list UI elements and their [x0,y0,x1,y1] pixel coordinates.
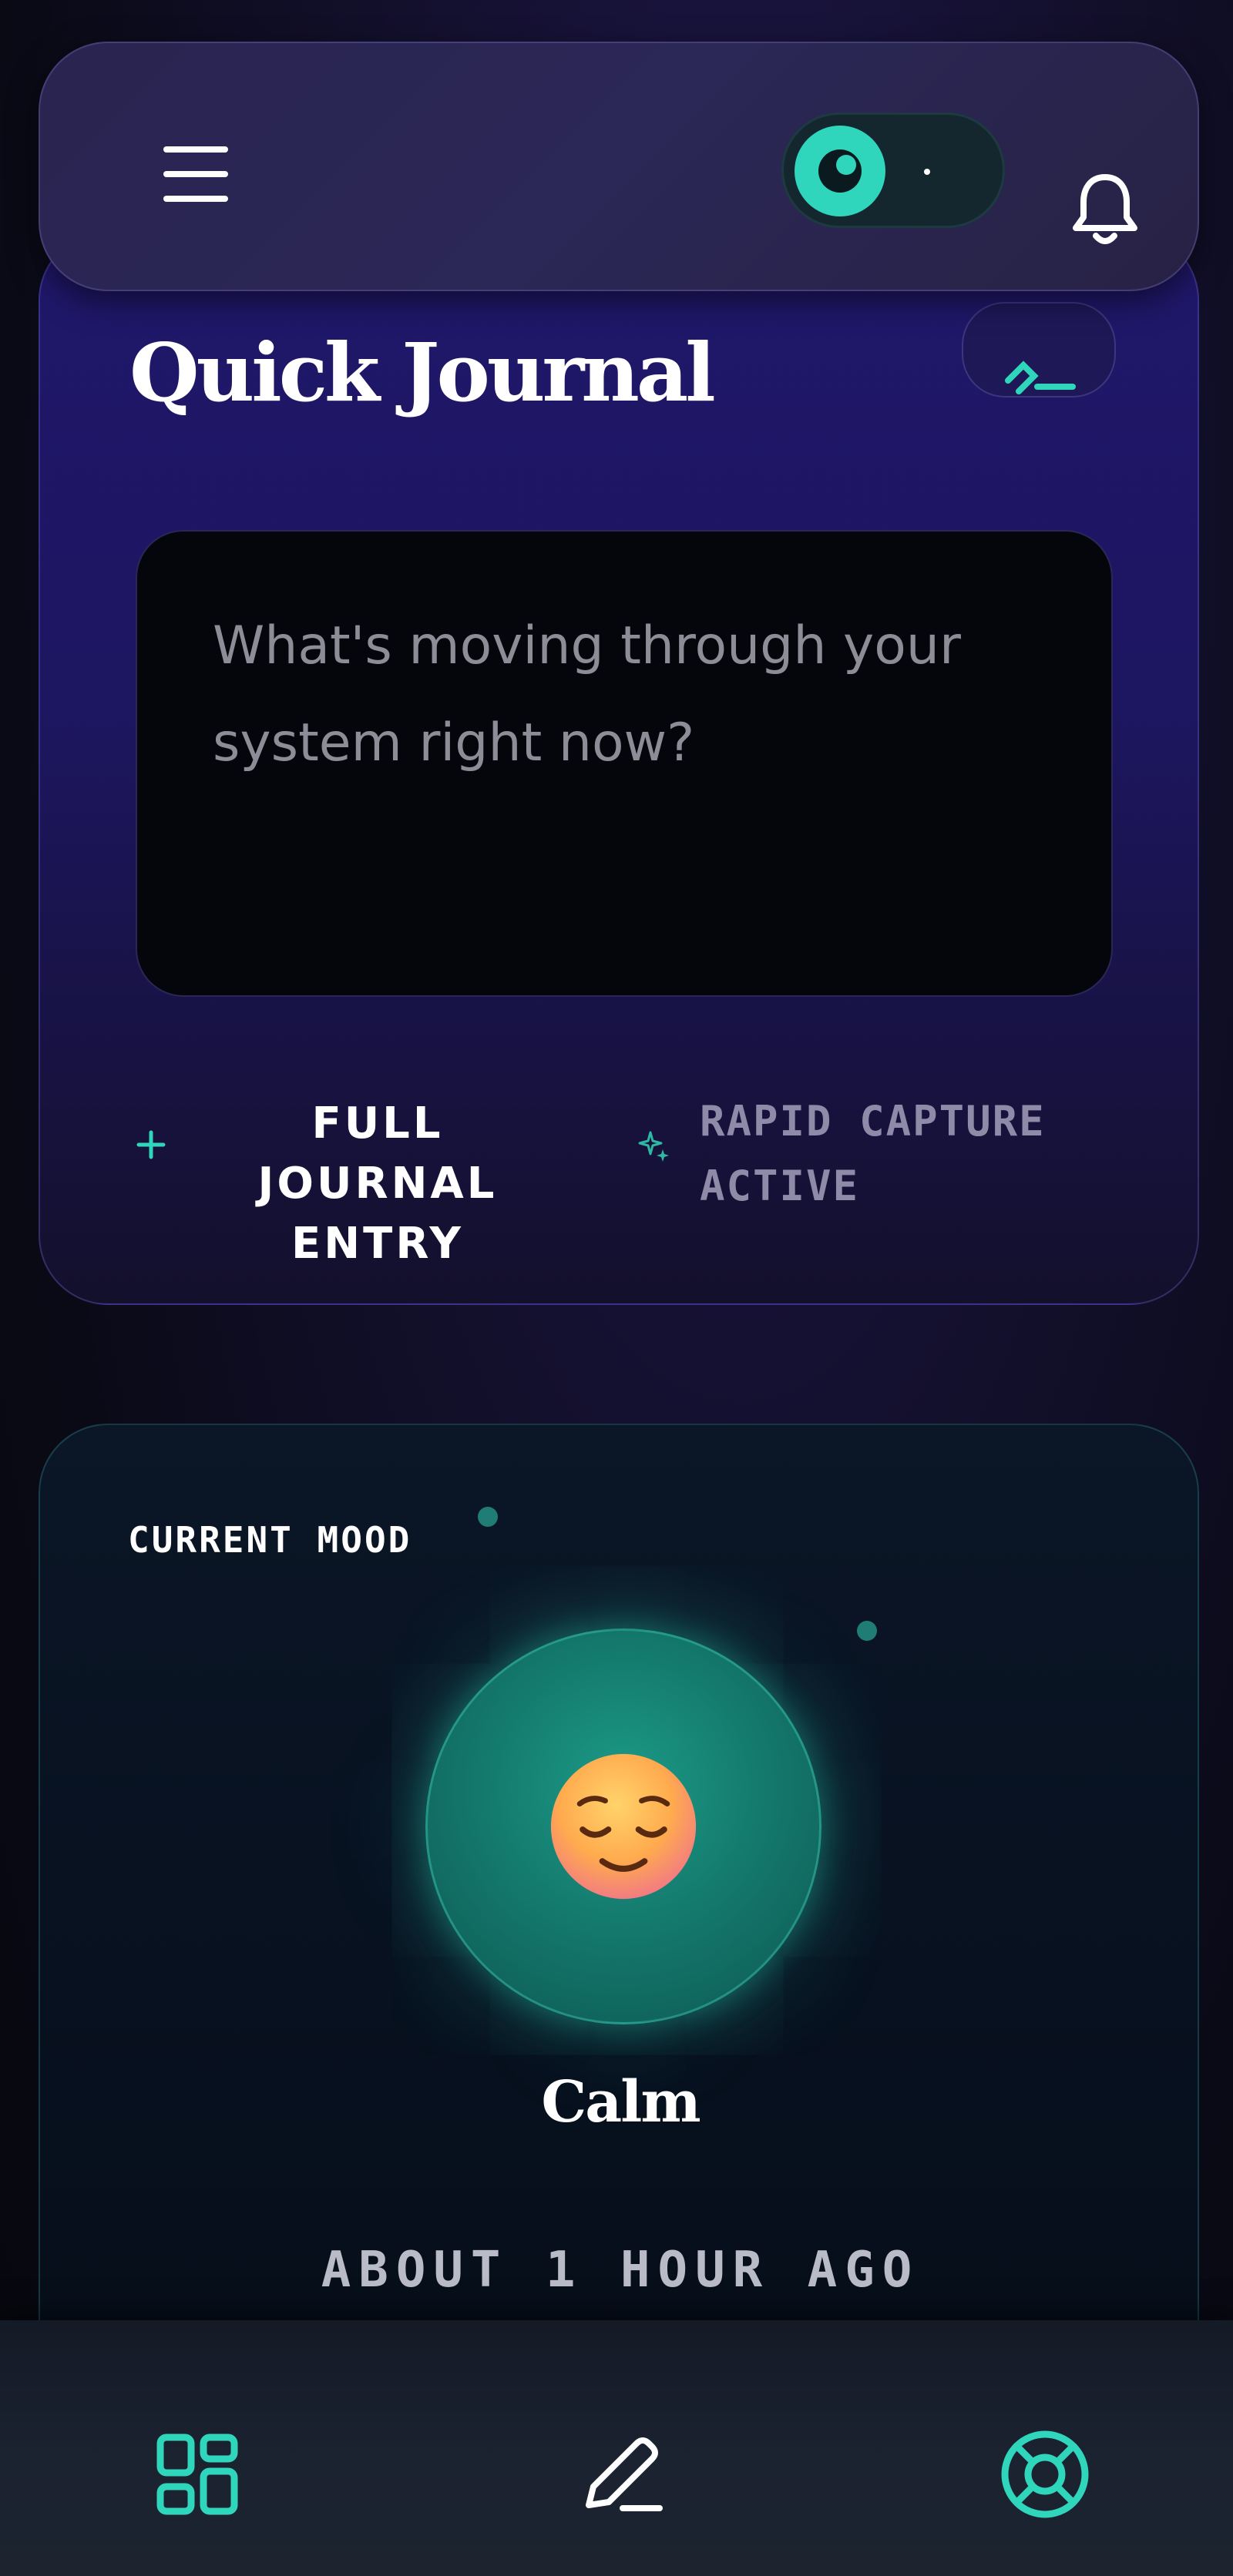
mood-name: Calm [541,2069,700,2135]
menu-button[interactable] [157,142,234,206]
eye-icon [818,149,862,193]
rapid-capture-status: RAPID CAPTURE ACTIVE [700,1097,1046,1210]
pencil-line-icon [1005,361,1076,394]
bell-icon[interactable] [1068,169,1142,248]
lifebuoy-icon [1001,2430,1089,2518]
edit-button[interactable] [962,302,1116,397]
hamburger-menu-icon [163,146,228,153]
sparkle-icon [638,1131,669,1162]
toggle-knob [795,126,885,216]
theme-toggle[interactable] [781,112,1005,228]
particle-dot [478,1507,498,1527]
plus-icon[interactable] [134,1128,168,1162]
nav-journal[interactable] [575,2428,667,2521]
quick-journal-card: Quick Journal FULL JOURNAL ENTRY RAPID C… [39,231,1199,1305]
mood-timestamp: ABOUT 1 HOUR AGO [321,2242,920,2299]
toggle-dot [924,169,930,175]
page-title: Quick Journal [129,325,716,420]
nav-support[interactable] [999,2428,1091,2521]
mood-orb[interactable] [425,1628,821,2024]
particle-dot [857,1621,877,1641]
bottom-nav [0,2320,1233,2576]
pencil-icon [586,2437,663,2511]
relieved-face-emoji [550,1753,697,1900]
dashboard-grid-icon [156,2433,238,2515]
journal-input[interactable] [136,530,1113,997]
mood-label: CURRENT MOOD [128,1519,412,1561]
top-header [39,42,1199,291]
full-journal-entry-button[interactable]: FULL JOURNAL ENTRY [191,1094,564,1274]
nav-dashboard[interactable] [151,2428,244,2521]
